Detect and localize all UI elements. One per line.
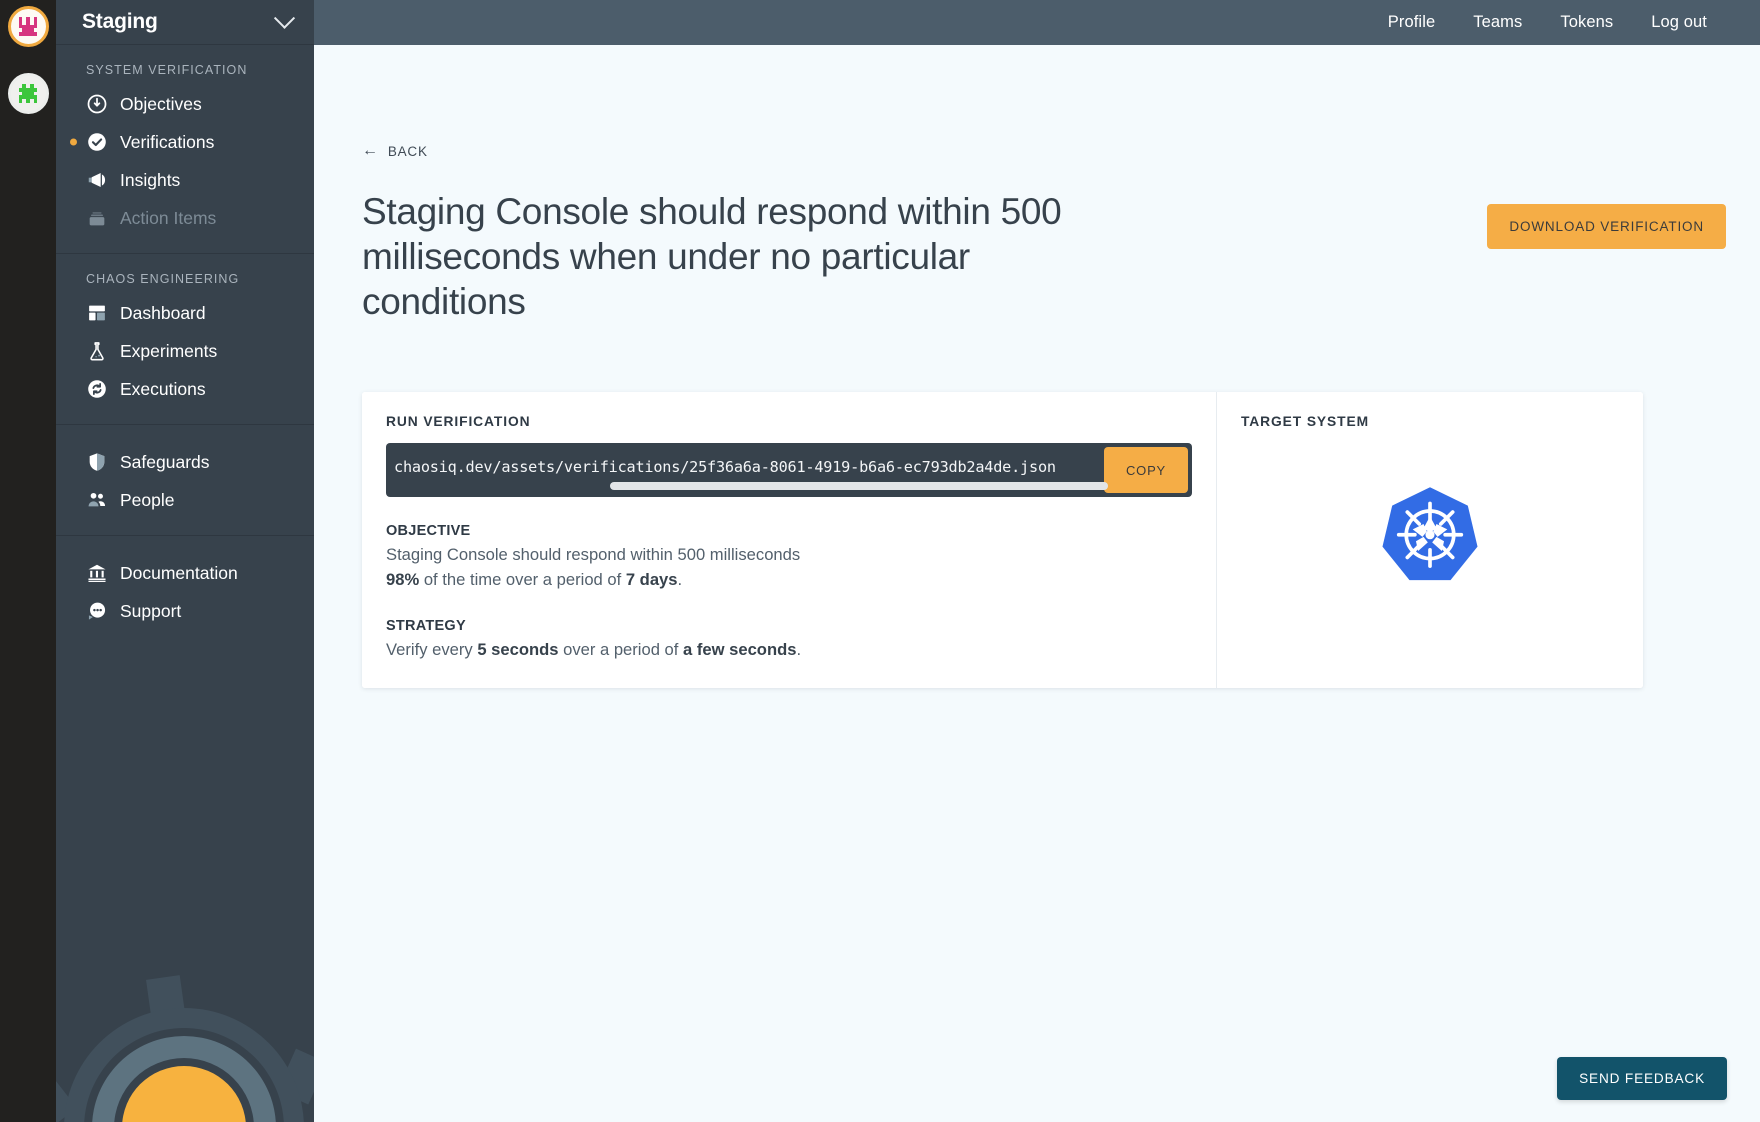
safeguards-shield-icon <box>86 451 108 473</box>
active-indicator-dot <box>70 138 77 146</box>
sidebar-nav: SYSTEM VERIFICATION Objectives Verificatio… <box>56 45 314 646</box>
chevron-down-icon[interactable] <box>273 7 296 29</box>
experiments-flask-icon <box>86 340 108 362</box>
objective-end: . <box>677 569 683 589</box>
strategy-mid: over a period of <box>558 640 684 660</box>
target-system-label: TARGET SYSTEM <box>1241 414 1369 430</box>
sidebar-org-title: Staging <box>82 10 158 33</box>
objective-line1: Staging Console should respond within 50… <box>386 545 801 565</box>
topbar-link-logout[interactable]: Log out <box>1632 13 1726 32</box>
objective-mid: of the time over a period of <box>419 569 626 589</box>
org-rail <box>0 0 56 1122</box>
org-avatar-active[interactable] <box>7 6 49 47</box>
objectives-icon <box>86 93 108 115</box>
sidebar-item-action-items: Action Items <box>56 199 314 237</box>
strategy-start: Verify every <box>386 640 478 660</box>
topbar-link-profile[interactable]: Profile <box>1369 13 1454 32</box>
arrow-left-icon: ← <box>362 142 379 159</box>
target-system-card: TARGET SYSTEM <box>1217 392 1643 689</box>
sidebar-item-support[interactable]: Support <box>56 592 314 630</box>
sidebar-item-label: Insights <box>120 169 181 190</box>
sidebar-item-label: Support <box>120 600 182 621</box>
right-column: Profile Teams Tokens Log out ← BACK Stag… <box>314 0 1760 1122</box>
strategy-label: STRATEGY <box>386 618 466 635</box>
back-link[interactable]: ← BACK <box>362 143 428 159</box>
command-scrollbar[interactable] <box>610 482 1108 491</box>
kubernetes-logo-icon <box>1382 487 1478 581</box>
support-chat-icon <box>86 600 108 622</box>
strategy-interval: 5 seconds <box>477 640 559 660</box>
copy-button[interactable]: COPY <box>1104 447 1188 494</box>
sidebar-group-system-verification: SYSTEM VERIFICATION Objectives Verificatio… <box>56 45 314 254</box>
target-system-logo-wrap <box>1241 443 1619 633</box>
topbar-link-teams[interactable]: Teams <box>1454 13 1541 32</box>
main-content: ← BACK Staging Console should respond wi… <box>314 45 1760 1122</box>
verifications-check-icon <box>86 131 108 153</box>
pixel-avatar-pink <box>15 14 41 40</box>
run-verification-label: RUN VERIFICATION <box>386 414 531 430</box>
strategy-end: . <box>796 640 802 660</box>
sidebar-item-label: Verifications <box>120 131 215 152</box>
send-feedback-button[interactable]: SEND FEEDBACK <box>1557 1057 1727 1100</box>
people-icon <box>86 489 108 511</box>
objective-period: 7 days <box>625 569 678 589</box>
sidebar-item-people[interactable]: People <box>56 481 314 519</box>
strategy-body: Verify every 5 seconds over a period of … <box>386 638 1026 662</box>
sidebar-item-label: Executions <box>120 378 206 399</box>
page-title: Staging Console should respond within 50… <box>362 191 1062 322</box>
sidebar-group-label: SYSTEM VERIFICATION <box>86 63 248 77</box>
strategy-duration: a few seconds <box>683 640 797 660</box>
sidebar-item-label: Objectives <box>120 93 202 114</box>
org-avatar-secondary[interactable] <box>7 73 49 114</box>
sidebar-item-label: Documentation <box>120 562 238 583</box>
sidebar: Staging SYSTEM VERIFICATION Objectives Ver… <box>56 0 314 1122</box>
sidebar-item-documentation[interactable]: Documentation <box>56 554 314 592</box>
dashboard-icon <box>86 302 108 324</box>
app-root: Staging SYSTEM VERIFICATION Objectives Ver… <box>0 0 1760 1122</box>
sidebar-item-experiments[interactable]: Experiments <box>56 332 314 370</box>
sidebar-item-label: Safeguards <box>120 451 210 472</box>
sidebar-group-misc-3: Documentation Support <box>56 536 314 646</box>
command-box[interactable]: chaosiq.dev/assets/verifications/25f36a6… <box>386 443 1192 498</box>
insights-megaphone-icon <box>86 169 108 191</box>
sidebar-item-label: People <box>120 489 175 510</box>
objective-body: Staging Console should respond within 50… <box>386 543 1026 592</box>
sidebar-item-dashboard[interactable]: Dashboard <box>56 294 314 332</box>
action-items-inbox-icon <box>86 207 108 229</box>
cards-row: RUN VERIFICATION chaosiq.dev/assets/veri… <box>362 392 1643 689</box>
sidebar-item-label: Experiments <box>120 340 218 361</box>
executions-refresh-icon <box>86 378 108 400</box>
objective-percent: 98% <box>386 569 420 589</box>
documentation-bank-icon <box>86 562 108 584</box>
sidebar-item-insights[interactable]: Insights <box>56 161 314 199</box>
sidebar-group-label: CHAOS ENGINEERING <box>86 272 240 286</box>
decorative-gear-graphic <box>56 975 314 1122</box>
objective-label: OBJECTIVE <box>386 523 471 540</box>
sidebar-group-misc-2: Safeguards People <box>56 425 314 536</box>
download-verification-button[interactable]: DOWNLOAD VERIFICATION <box>1487 204 1726 249</box>
run-verification-card: RUN VERIFICATION chaosiq.dev/assets/veri… <box>362 392 1217 689</box>
sidebar-item-label: Action Items <box>120 207 217 228</box>
page-header: Staging Console should respond within 50… <box>362 190 1726 324</box>
topbar: Profile Teams Tokens Log out <box>314 0 1760 45</box>
sidebar-item-safeguards[interactable]: Safeguards <box>56 443 314 481</box>
sidebar-item-label: Dashboard <box>120 302 206 323</box>
sidebar-item-executions[interactable]: Executions <box>56 370 314 408</box>
sidebar-item-verifications[interactable]: Verifications <box>56 123 314 161</box>
sidebar-header[interactable]: Staging <box>56 0 314 45</box>
pixel-avatar-green <box>15 81 41 107</box>
sidebar-item-objectives[interactable]: Objectives <box>56 85 314 123</box>
sidebar-group-chaos-engineering: CHAOS ENGINEERING Dashboard Experiments Exe… <box>56 254 314 425</box>
back-label: BACK <box>387 143 428 159</box>
topbar-link-tokens[interactable]: Tokens <box>1541 13 1632 32</box>
